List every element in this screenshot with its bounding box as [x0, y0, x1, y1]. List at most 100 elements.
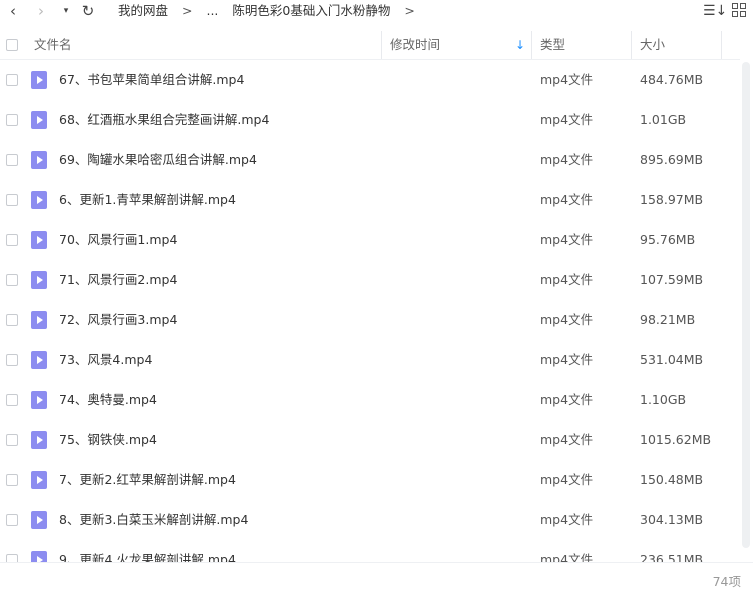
file-type: mp4文件 [540, 392, 594, 407]
forward-button[interactable]: › [32, 1, 50, 21]
file-row[interactable]: 67、书包苹果简单组合讲解.mp4 mp4文件 484.76MB [0, 60, 740, 100]
file-type: mp4文件 [540, 352, 594, 367]
file-name[interactable]: 8、更新3.白菜玉米解剖讲解.mp4 [59, 500, 248, 540]
column-divider[interactable] [721, 31, 722, 59]
column-type[interactable]: 类型 [540, 31, 565, 59]
file-row[interactable]: 72、风景行画3.mp4 mp4文件 98.21MB [0, 300, 740, 340]
file-size: 1015.62MB [640, 432, 712, 447]
file-name[interactable]: 74、奥特曼.mp4 [59, 380, 157, 420]
video-file-icon [31, 351, 47, 369]
row-checkbox[interactable] [6, 154, 18, 166]
history-dropdown-icon[interactable]: ▾ [60, 1, 72, 21]
file-row[interactable]: 73、风景4.mp4 mp4文件 531.04MB [0, 340, 740, 380]
breadcrumb-separator: > [182, 3, 193, 18]
column-modified[interactable]: 修改时间 [390, 31, 440, 59]
video-file-icon [31, 391, 47, 409]
grid-view-icon[interactable] [732, 3, 748, 19]
column-divider[interactable] [631, 31, 632, 59]
column-divider[interactable] [531, 31, 532, 59]
video-file-icon [31, 111, 47, 129]
row-checkbox[interactable] [6, 194, 18, 206]
file-size: 95.76MB [640, 232, 696, 247]
file-size: 895.69MB [640, 152, 704, 167]
row-checkbox[interactable] [6, 354, 18, 366]
file-name[interactable]: 71、风景行画2.mp4 [59, 260, 177, 300]
breadcrumb-current[interactable]: 陈明色彩0基础入门水粉静物 [232, 3, 390, 18]
file-name[interactable]: 67、书包苹果简单组合讲解.mp4 [59, 60, 244, 100]
file-type: mp4文件 [540, 432, 594, 447]
file-size: 158.97MB [640, 192, 704, 207]
vertical-scrollbar[interactable] [742, 62, 750, 548]
row-checkbox[interactable] [6, 474, 18, 486]
video-file-icon [31, 431, 47, 449]
sort-menu-button[interactable]: ☰↓ [703, 1, 727, 21]
file-name[interactable]: 75、钢铁侠.mp4 [59, 420, 157, 460]
file-row[interactable]: 6、更新1.青苹果解剖讲解.mp4 mp4文件 158.97MB [0, 180, 740, 220]
row-checkbox[interactable] [6, 74, 18, 86]
file-type: mp4文件 [540, 512, 594, 527]
file-name[interactable]: 69、陶罐水果哈密瓜组合讲解.mp4 [59, 140, 257, 180]
file-name[interactable]: 9、更新4.火龙果解剖讲解.mp4 [59, 540, 236, 562]
select-all-checkbox[interactable] [6, 39, 18, 51]
row-checkbox[interactable] [6, 394, 18, 406]
file-row[interactable]: 70、风景行画1.mp4 mp4文件 95.76MB [0, 220, 740, 260]
file-size: 236.51MB [640, 552, 704, 562]
file-type: mp4文件 [540, 232, 594, 247]
file-size: 304.13MB [640, 512, 704, 527]
file-type: mp4文件 [540, 112, 594, 127]
file-row[interactable]: 75、钢铁侠.mp4 mp4文件 1015.62MB [0, 420, 740, 460]
file-name[interactable]: 68、红酒瓶水果组合完整画讲解.mp4 [59, 100, 269, 140]
file-name[interactable]: 72、风景行画3.mp4 [59, 300, 177, 340]
item-count: 74项 [712, 574, 741, 589]
row-checkbox[interactable] [6, 114, 18, 126]
file-row[interactable]: 71、风景行画2.mp4 mp4文件 107.59MB [0, 260, 740, 300]
video-file-icon [31, 151, 47, 169]
breadcrumb-root[interactable]: 我的网盘 [118, 3, 168, 18]
row-checkbox[interactable] [6, 434, 18, 446]
column-size[interactable]: 大小 [640, 31, 665, 59]
file-row[interactable]: 68、红酒瓶水果组合完整画讲解.mp4 mp4文件 1.01GB [0, 100, 740, 140]
sort-desc-icon[interactable]: ↓ [515, 31, 525, 59]
file-size: 1.10GB [640, 392, 687, 407]
video-file-icon [31, 551, 47, 562]
file-list: 67、书包苹果简单组合讲解.mp4 mp4文件 484.76MB 68、红酒瓶水果组合… [0, 60, 740, 562]
breadcrumb-ellipsis[interactable]: ... [206, 3, 218, 18]
breadcrumb-end-separator[interactable]: > [404, 3, 414, 18]
file-name[interactable]: 70、风景行画1.mp4 [59, 220, 177, 260]
row-checkbox[interactable] [6, 314, 18, 326]
file-row[interactable]: 74、奥特曼.mp4 mp4文件 1.10GB [0, 380, 740, 420]
column-name[interactable]: 文件名 [34, 31, 72, 59]
refresh-button[interactable]: ↻ [78, 1, 98, 21]
file-type: mp4文件 [540, 192, 594, 207]
column-divider[interactable] [381, 31, 382, 59]
file-size: 98.21MB [640, 312, 696, 327]
column-header: 文件名 修改时间 ↓ 类型 大小 [0, 31, 740, 60]
file-size: 1.01GB [640, 112, 687, 127]
video-file-icon [31, 191, 47, 209]
file-name[interactable]: 6、更新1.青苹果解剖讲解.mp4 [59, 180, 236, 220]
back-button[interactable]: ‹ [4, 1, 22, 21]
file-row[interactable]: 8、更新3.白菜玉米解剖讲解.mp4 mp4文件 304.13MB [0, 500, 740, 540]
file-type: mp4文件 [540, 312, 594, 327]
file-type: mp4文件 [540, 472, 594, 487]
top-toolbar: ‹ › ▾ ↻ 我的网盘 > ... 陈明色彩0基础入门水粉静物 > ☰↓ [0, 0, 753, 22]
file-row[interactable]: 7、更新2.红苹果解剖讲解.mp4 mp4文件 150.48MB [0, 460, 740, 500]
video-file-icon [31, 271, 47, 289]
video-file-icon [31, 511, 47, 529]
row-checkbox[interactable] [6, 274, 18, 286]
file-row[interactable]: 9、更新4.火龙果解剖讲解.mp4 mp4文件 236.51MB [0, 540, 740, 562]
file-size: 150.48MB [640, 472, 704, 487]
file-name[interactable]: 73、风景4.mp4 [59, 340, 152, 380]
file-size: 531.04MB [640, 352, 704, 367]
row-checkbox[interactable] [6, 554, 18, 562]
file-size: 484.76MB [640, 72, 704, 87]
file-name[interactable]: 7、更新2.红苹果解剖讲解.mp4 [59, 460, 236, 500]
file-size: 107.59MB [640, 272, 704, 287]
file-type: mp4文件 [540, 272, 594, 287]
row-checkbox[interactable] [6, 514, 18, 526]
file-type: mp4文件 [540, 72, 594, 87]
row-checkbox[interactable] [6, 234, 18, 246]
video-file-icon [31, 231, 47, 249]
file-row[interactable]: 69、陶罐水果哈密瓜组合讲解.mp4 mp4文件 895.69MB [0, 140, 740, 180]
file-type: mp4文件 [540, 152, 594, 167]
